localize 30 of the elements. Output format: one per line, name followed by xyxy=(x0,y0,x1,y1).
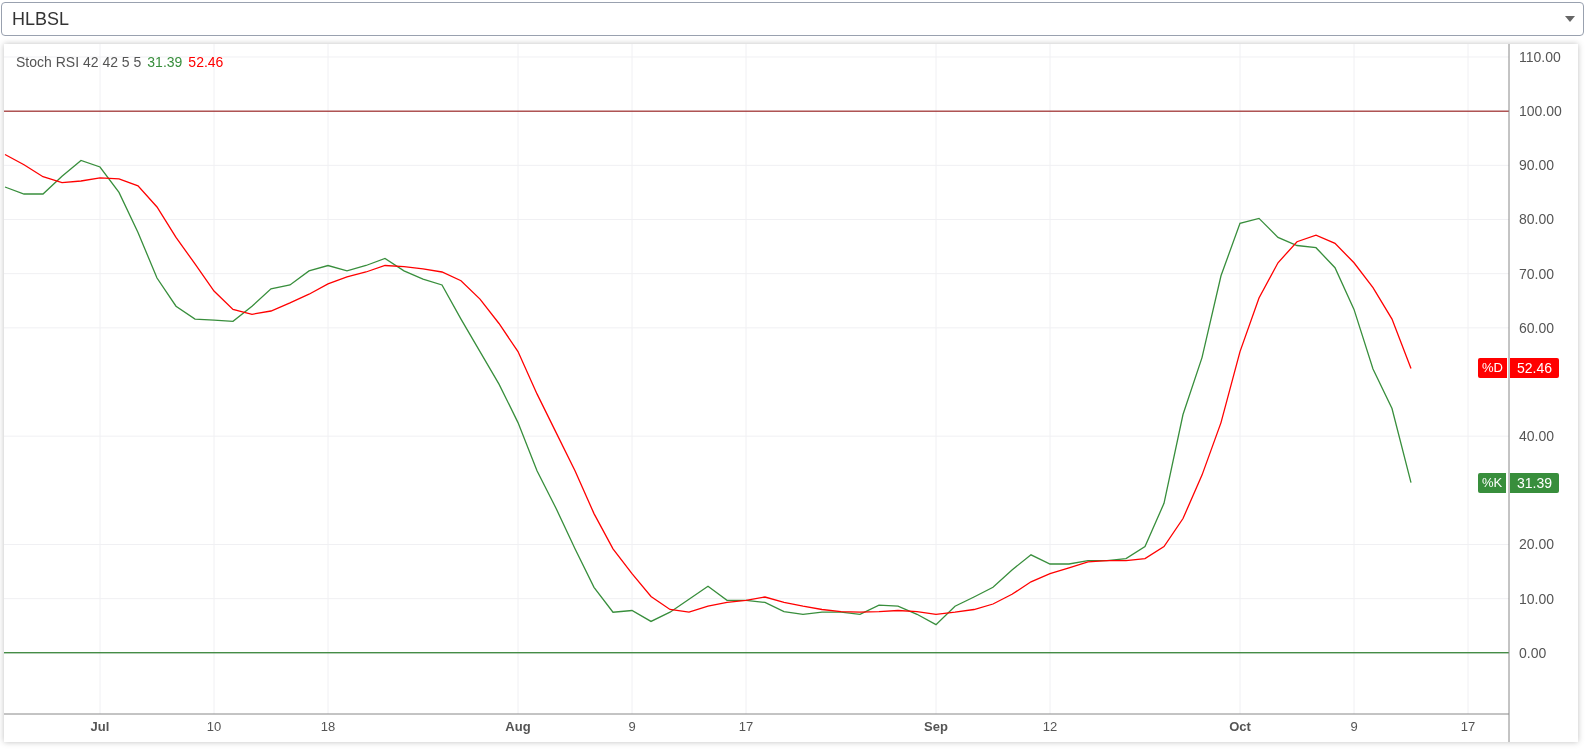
series-tag: %D xyxy=(1478,358,1507,379)
axis-label: 18 xyxy=(320,719,336,734)
axis-label: 10.00 xyxy=(1519,590,1555,607)
axis-label: 80.00 xyxy=(1519,211,1555,228)
axis-label: 100.00 xyxy=(1519,103,1562,120)
indicator-value: 52.46 xyxy=(188,53,224,72)
axis-label: 17 xyxy=(1460,719,1476,734)
axis-label: 70.00 xyxy=(1519,265,1555,282)
axis-label: 17 xyxy=(738,719,754,734)
price-label: 31.39 xyxy=(1510,472,1560,493)
axis-label: 10 xyxy=(206,719,222,734)
axis-label: 9 xyxy=(628,719,636,734)
axis-label: 20.00 xyxy=(1519,536,1555,553)
axis-label: Jul xyxy=(90,719,110,734)
axis-label: 60.00 xyxy=(1519,319,1555,336)
axis-label: Aug xyxy=(505,719,531,734)
indicator-title: Stoch RSI 42 42 5 5 xyxy=(16,53,142,72)
price-label: 52.46 xyxy=(1510,358,1560,379)
axis-label: 12 xyxy=(1042,719,1058,734)
indicator-value: 31.39 xyxy=(147,53,183,72)
axis-label: Sep xyxy=(924,719,948,734)
axis-label: 90.00 xyxy=(1519,157,1555,174)
axis-label: 0.00 xyxy=(1519,644,1547,661)
caret-icon xyxy=(1565,16,1575,22)
axis-label: 40.00 xyxy=(1519,428,1555,445)
axis-label: 110.00 xyxy=(1519,49,1561,65)
symbol-dropdown[interactable]: HLBSL xyxy=(1,2,1584,36)
axis-label: 9 xyxy=(1350,719,1358,734)
series-tag: %K xyxy=(1478,472,1507,493)
axis-label: Oct xyxy=(1229,719,1251,734)
